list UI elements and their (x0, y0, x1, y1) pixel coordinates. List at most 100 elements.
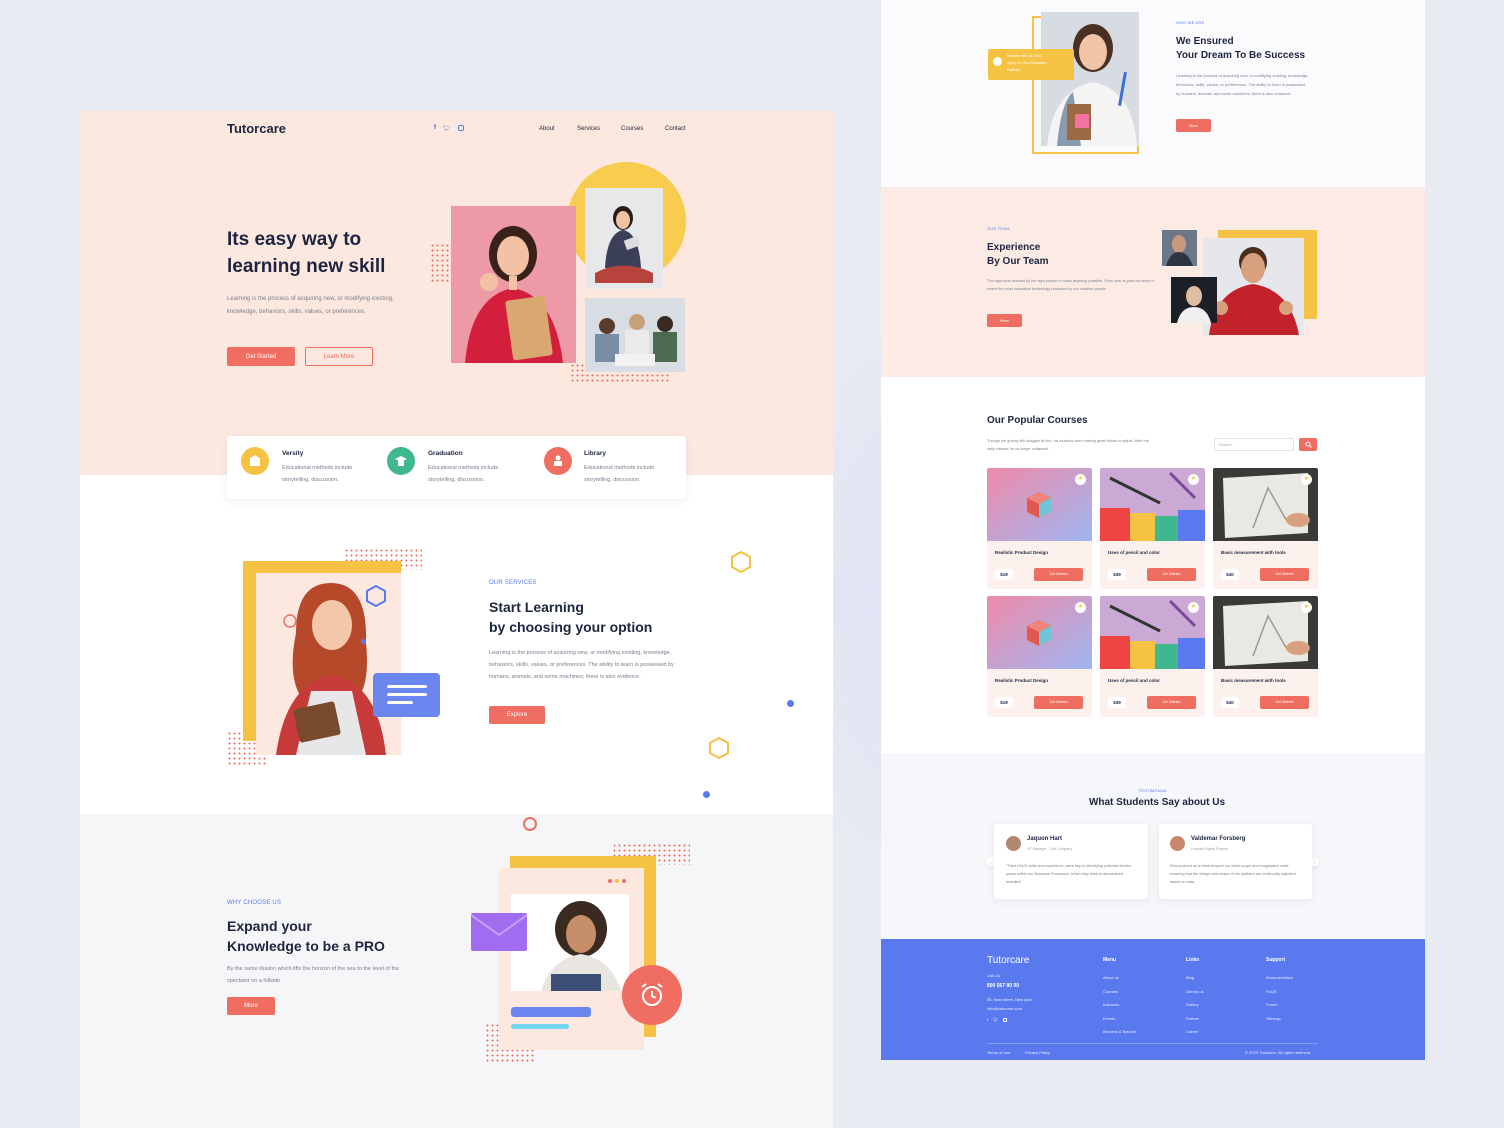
footer-link[interactable]: Events (1103, 1016, 1115, 1021)
course-title: Realistic Product Design (995, 678, 1049, 683)
hero-photo-reader (585, 188, 663, 289)
footer-link[interactable]: Instructor (1103, 1002, 1120, 1007)
footer-link[interactable]: Blog (1186, 975, 1194, 980)
hero-body: Learning is the process of acquiring new… (227, 296, 394, 315)
course-card[interactable]: ★ Realistic Product Design $19 Get Started (987, 468, 1092, 589)
about-title-line2: Your Dream To Be Success (1176, 50, 1306, 61)
copyright: © 2023 Tutorcare. All rights reserved. (1245, 1050, 1312, 1055)
progress-bar-cyan (511, 1024, 569, 1029)
bookmark-icon[interactable]: ★ (1301, 474, 1312, 485)
why-more-button[interactable]: More (227, 997, 275, 1015)
footer-link[interactable]: About us (1103, 975, 1119, 980)
footer-column-title: Menu (1103, 957, 1117, 963)
nav-about[interactable]: About (539, 126, 555, 132)
footer-link[interactable]: Documentation (1266, 975, 1293, 980)
avatar (1170, 836, 1185, 851)
learn-more-button[interactable]: Learn More (305, 347, 373, 366)
team-photo-small-1 (1162, 230, 1197, 266)
testimonial-quote: Elvio pushed us to think beyond our init… (1170, 864, 1296, 884)
course-card[interactable]: ★ Basic measurement with tools $40 Get Star… (1213, 596, 1318, 717)
bookmark-icon[interactable]: ★ (1188, 474, 1199, 485)
course-get-started-button[interactable]: Get Started (1147, 568, 1196, 581)
chat-card-icon (373, 673, 440, 717)
footer-link[interactable]: Sitemap (1266, 1016, 1281, 1021)
get-started-button[interactable]: Get Started (227, 347, 295, 366)
team-photo-main (1203, 238, 1304, 335)
nav-contact[interactable]: Contact (665, 126, 686, 132)
about-eyebrow: WHO WE ARE (1176, 20, 1205, 25)
team-title-line2: By Our Team (987, 256, 1049, 267)
about-title: We Ensured Your Dream To Be Success (1176, 35, 1305, 63)
team-more-button[interactable]: More (987, 314, 1022, 327)
footer-brand[interactable]: Tutorcare (987, 955, 1029, 966)
footer-link[interactable]: Become A Teacher (1103, 1029, 1136, 1034)
feature-text-line2: storytelling, discussion. (428, 477, 485, 483)
feature-strip: Versity Educational methods include stor… (227, 436, 686, 499)
why-photo-student (511, 894, 629, 991)
bookmark-icon[interactable]: ★ (1075, 474, 1086, 485)
hexagon-outline-icon (731, 550, 751, 578)
courses-body: Though the gravity still dragged at him,… (987, 439, 1149, 451)
explore-button[interactable]: Explore (489, 706, 545, 724)
twitter-icon[interactable]: 🐦︎ (993, 1017, 998, 1022)
feature-text-line1: Educational methods include (584, 465, 655, 471)
envelope-icon (470, 913, 528, 956)
library-icon (544, 447, 572, 475)
brand-logo[interactable]: Tutorcare (227, 121, 286, 136)
progress-bar-blue (511, 1007, 591, 1017)
footer-email[interactable]: info@tutorcare.com (987, 1006, 1022, 1011)
footer-phone[interactable]: 800 567 80 90 (987, 983, 1019, 989)
facebook-icon[interactable]: f (434, 125, 436, 132)
course-title: Realistic Product Design (995, 550, 1049, 555)
course-get-started-button[interactable]: Get Started (1260, 696, 1309, 709)
privacy-link[interactable]: Privacy Policy (1025, 1050, 1050, 1055)
footer-divider (987, 1043, 1318, 1044)
testimonial-role: Founder Digital Finance (1191, 847, 1229, 851)
footer-link[interactable]: Library us (1186, 989, 1204, 994)
facebook-icon[interactable]: f (987, 1017, 988, 1022)
why-section (80, 814, 833, 1128)
bookmark-icon[interactable]: ★ (1075, 602, 1086, 613)
decor-dot (787, 700, 794, 707)
course-card[interactable]: ★ Realistic Product Design $19 Get Started (987, 596, 1092, 717)
why-body: By the same illusion which lifts the hor… (227, 966, 400, 984)
footer-link[interactable]: Gallery (1186, 1002, 1199, 1007)
course-price: $39 (1108, 697, 1126, 708)
hero-title: Its easy way to learning new skill (227, 226, 385, 280)
testimonial-role: VP Manager - Lofti Company (1027, 847, 1073, 851)
terms-link[interactable]: Terms of Use (987, 1050, 1011, 1055)
course-search-input[interactable]: Search... (1214, 438, 1294, 451)
course-get-started-button[interactable]: Get Started (1034, 568, 1083, 581)
bookmark-icon[interactable]: ★ (1188, 602, 1199, 613)
nav-courses[interactable]: Courses (621, 126, 643, 132)
footer-link[interactable]: Partner (1186, 1016, 1199, 1021)
instagram-icon[interactable] (457, 125, 464, 131)
footer-link[interactable]: Forum (1266, 1002, 1278, 1007)
course-card[interactable]: ★ Basic measurement with tools $40 Get Star… (1213, 468, 1318, 589)
twitter-icon[interactable]: 🐦︎ (443, 125, 451, 132)
search-icon (1305, 441, 1312, 448)
course-get-started-button[interactable]: Get Started (1034, 696, 1083, 709)
footer-link[interactable]: Career (1186, 1029, 1198, 1034)
footer-link[interactable]: Courses (1103, 989, 1118, 994)
building-icon (241, 447, 269, 475)
nav-services[interactable]: Services (577, 126, 600, 132)
course-get-started-button[interactable]: Get Started (1147, 696, 1196, 709)
course-get-started-button[interactable]: Get Started (1260, 568, 1309, 581)
search-button[interactable] (1299, 438, 1317, 451)
feature-versity[interactable]: Versity Educational methods include stor… (241, 447, 381, 487)
course-card[interactable]: ★ Uses of pencil and color $39 Get Started (1100, 596, 1205, 717)
about-more-button[interactable]: More (1176, 119, 1211, 132)
bookmark-icon[interactable]: ★ (1301, 602, 1312, 613)
testimonial-card: Jaquon Hart VP Manager - Lofti Company "… (994, 824, 1148, 899)
services-title-line1: Start Learning (489, 599, 584, 615)
instagram-icon[interactable] (1003, 1018, 1008, 1022)
footer-link[interactable]: FAQS (1266, 989, 1277, 994)
course-card[interactable]: ★ Uses of pencil and color $39 Get Started (1100, 468, 1205, 589)
feature-graduation[interactable]: Graduation Educational methods include s… (387, 447, 527, 487)
left-artboard: Tutorcare f 🐦︎ About Services Courses Co… (80, 111, 833, 1128)
feature-library[interactable]: Library Educational methods include stor… (544, 447, 684, 487)
feature-text-line2: storytelling, discussion. (584, 477, 641, 483)
ring-icon (523, 817, 537, 831)
team-title: Experience By Our Team (987, 241, 1049, 269)
